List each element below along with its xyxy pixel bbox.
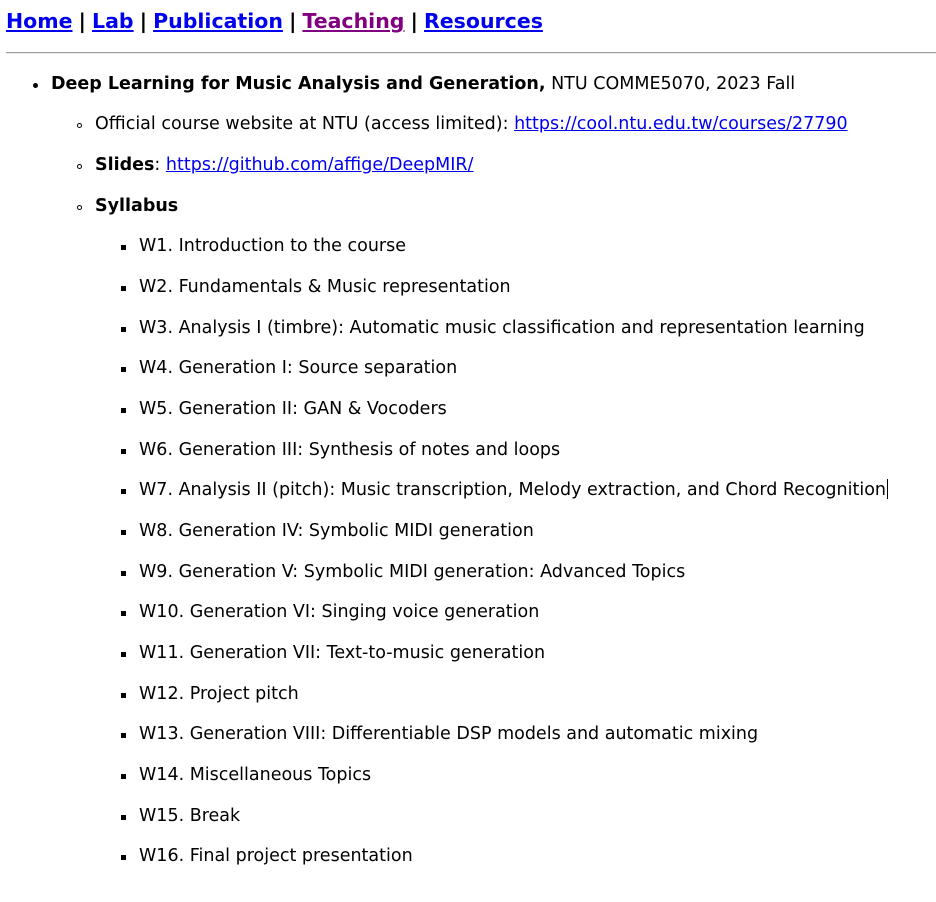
top-navigation: Home | Lab | Publication | Teaching | Resources — [6, 8, 543, 34]
syllabus-week-item: W9. Generation V: Symbolic MIDI generati… — [139, 562, 686, 582]
square-bullet — [121, 815, 126, 820]
syllabus-week-item: W2. Fundamentals & Music representation — [139, 277, 511, 297]
square-bullet — [121, 449, 126, 454]
square-bullet — [121, 489, 126, 494]
syllabus-week-item: W13. Generation VIII: Differentiable DSP… — [139, 724, 759, 744]
nav-teaching-link[interactable]: Teaching — [302, 9, 404, 33]
square-bullet — [121, 611, 126, 616]
syllabus-label: Syllabus — [95, 196, 179, 216]
circle-bullet — [77, 205, 82, 210]
syllabus-week-item: W5. Generation II: GAN & Vocoders — [139, 399, 447, 419]
circle-bullet — [77, 164, 82, 169]
nav-resources-link[interactable]: Resources — [424, 9, 543, 33]
text-cursor — [887, 479, 888, 499]
nav-separator: | — [288, 9, 297, 33]
square-bullet — [121, 408, 126, 413]
syllabus-week-item: W16. Final project presentation — [139, 846, 413, 866]
slides-item: Slides: https://github.com/affige/DeepMI… — [95, 154, 473, 176]
course-website-item: Official course website at NTU (access l… — [95, 113, 848, 135]
horizontal-rule — [6, 52, 936, 54]
syllabus-week-item: W8. Generation IV: Symbolic MIDI generat… — [139, 521, 534, 541]
square-bullet — [121, 571, 126, 576]
square-bullet — [121, 733, 126, 738]
square-bullet — [121, 245, 126, 250]
syllabus-week-item: W6. Generation III: Synthesis of notes a… — [139, 440, 561, 460]
slides-link[interactable]: https://github.com/affige/DeepMIR/ — [166, 155, 474, 175]
syllabus-week-item: W1. Introduction to the course — [139, 236, 407, 256]
syllabus-week-text: W7. Analysis II (pitch): Music transcrip… — [139, 480, 886, 500]
syllabus-week-item: W10. Generation VI: Singing voice genera… — [139, 602, 540, 622]
course-title: Deep Learning for Music Analysis and Gen… — [51, 74, 539, 94]
syllabus-week-item: W11. Generation VII: Text-to-music gener… — [139, 643, 546, 663]
circle-bullet — [77, 123, 82, 128]
square-bullet — [121, 286, 126, 291]
slides-label: Slides — [95, 155, 155, 175]
square-bullet — [121, 327, 126, 332]
nav-separator: | — [410, 9, 418, 33]
course-website-link[interactable]: https://cool.ntu.edu.tw/courses/27790 — [514, 114, 848, 134]
nav-separator: | — [139, 9, 148, 33]
syllabus-week-item: W15. Break — [139, 806, 241, 826]
syllabus-week-item-w7: W7. Analysis II (pitch): Music transcrip… — [139, 479, 888, 501]
nav-home-link[interactable]: Home — [6, 9, 73, 33]
square-bullet — [121, 367, 126, 372]
syllabus-week-item: W14. Miscellaneous Topics — [139, 765, 372, 785]
syllabus-week-item: W4. Generation I: Source separation — [139, 358, 458, 378]
course-title-comma: , — [538, 74, 546, 94]
course-website-label: Official course website at NTU (access l… — [95, 114, 515, 134]
syllabus-week-item: W3. Analysis I (timbre): Automatic music… — [139, 318, 865, 338]
nav-lab-link[interactable]: Lab — [92, 9, 134, 33]
square-bullet — [121, 530, 126, 535]
disc-bullet — [33, 83, 38, 88]
square-bullet — [121, 855, 126, 860]
course-code-term: NTU COMME5070, 2023 Fall — [545, 74, 796, 94]
slides-colon: : — [154, 155, 166, 175]
square-bullet — [121, 652, 126, 657]
square-bullet — [121, 774, 126, 779]
square-bullet — [121, 693, 126, 698]
nav-separator: | — [78, 9, 87, 33]
syllabus-week-item: W12. Project pitch — [139, 684, 299, 704]
nav-publication-link[interactable]: Publication — [153, 9, 283, 33]
course-heading: Deep Learning for Music Analysis and Gen… — [51, 73, 795, 95]
syllabus-heading: Syllabus — [95, 195, 178, 217]
